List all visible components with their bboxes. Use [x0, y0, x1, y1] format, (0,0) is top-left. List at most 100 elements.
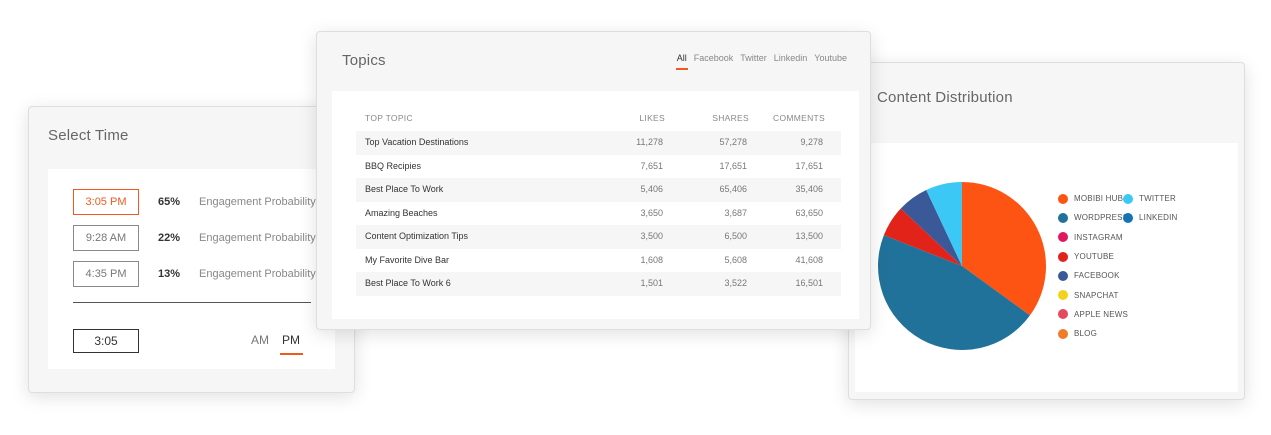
select-time-card: Select Time 3:05 PM 65% Engagement Proba…: [28, 106, 355, 393]
time-slot-row: 4:35 PM 13% Engagement Probability: [73, 261, 316, 287]
topics-title: Topics: [342, 52, 386, 69]
likes-cell: 3,500: [640, 231, 663, 241]
legend-label: WORDPRESS: [1074, 213, 1129, 223]
shares-cell: 6,500: [724, 231, 747, 241]
legend-label: BLOG: [1074, 329, 1098, 339]
comments-cell: 41,608: [795, 254, 823, 265]
engagement-percent: 22%: [158, 232, 181, 244]
content-distribution-card: Content Distribution MOBIBI HUB WORDPRESS…: [848, 62, 1245, 400]
select-time-title: Select Time: [48, 127, 129, 144]
legend-label: FACEBOOK: [1074, 271, 1120, 281]
legend-item: YOUTUBE: [1058, 247, 1128, 266]
time-slot-row: 3:05 PM 65% Engagement Probability: [73, 189, 316, 215]
shares-cell: 3,522: [724, 278, 747, 288]
legend-column-right: TWITTER LINKEDIN: [1123, 189, 1178, 228]
legend-item: SNAPCHAT: [1058, 285, 1128, 304]
column-header-shares: SHARES: [712, 113, 749, 123]
legend-swatch: [1058, 251, 1068, 262]
legend-label: YOUTUBE: [1074, 252, 1115, 262]
legend-item: TWITTER: [1123, 189, 1178, 208]
table-row: BBQ Recipies 7,651 17,651 17,651: [356, 155, 841, 179]
legend-swatch: [1058, 212, 1068, 223]
likes-cell: 5,406: [640, 184, 663, 194]
likes-cell: 11,278: [636, 137, 663, 147]
legend-column-left: MOBIBI HUB WORDPRESS INSTAGRAM YOUTUBE FACEB…: [1058, 189, 1128, 343]
legend-label: APPLE NEWS: [1074, 309, 1129, 319]
tab-facebook[interactable]: Facebook: [694, 53, 734, 63]
legend-swatch: [1058, 232, 1068, 243]
topic-cell: Content Optimization Tips: [365, 231, 469, 241]
comments-cell: 16,501: [795, 278, 823, 288]
topic-cell: Best Place To Work 6: [365, 278, 451, 288]
legend-label: SNAPCHAT: [1074, 290, 1119, 300]
tab-linkedin[interactable]: Linkedin: [774, 53, 808, 63]
topic-cell: Top Vacation Destinations: [365, 137, 469, 147]
topics-card: Topics All Facebook Twitter Linkedin You…: [316, 31, 871, 330]
table-row: Best Place To Work 5,406 65,406 35,406: [356, 178, 841, 202]
legend-item: WORDPRESS: [1058, 208, 1128, 227]
legend-swatch: [1058, 193, 1068, 204]
tab-all[interactable]: All: [675, 53, 688, 70]
column-header-comments: COMMENTS: [773, 113, 825, 123]
comments-cell: 63,650: [795, 207, 823, 218]
tab-youtube[interactable]: Youtube: [814, 53, 847, 63]
tab-twitter[interactable]: Twitter: [740, 53, 767, 63]
legend-label: LINKEDIN: [1139, 213, 1178, 223]
am-toggle[interactable]: AM: [251, 333, 269, 347]
topic-cell: My Favorite Dive Bar: [365, 254, 450, 265]
table-row: Content Optimization Tips 3,500 6,500 13,50…: [356, 225, 841, 249]
time-slot-button[interactable]: 4:35 PM: [73, 261, 139, 287]
topic-cell: BBQ Recipies: [365, 160, 422, 171]
legend-item: MOBIBI HUB: [1058, 189, 1128, 208]
time-slot-row: 9:28 AM 22% Engagement Probability: [73, 225, 316, 251]
legend-item: FACEBOOK: [1058, 266, 1128, 285]
legend-swatch: [1058, 270, 1068, 281]
legend-swatch: [1123, 212, 1133, 223]
shares-cell: 3,687: [724, 207, 747, 218]
topic-cell: Amazing Beaches: [365, 207, 438, 218]
legend-swatch: [1058, 328, 1068, 339]
comments-cell: 17,651: [795, 160, 823, 171]
table-row: Amazing Beaches 3,650 3,687 63,650: [356, 202, 841, 226]
distribution-pie-chart: [878, 182, 1046, 350]
select-time-panel: 3:05 PM 65% Engagement Probability 9:28 …: [48, 169, 335, 369]
column-header-topic: TOP TOPIC: [365, 113, 413, 123]
time-input[interactable]: 3:05: [73, 329, 139, 353]
time-slot-button-selected[interactable]: 3:05 PM: [73, 189, 139, 215]
table-row: My Favorite Dive Bar 1,608 5,608 41,608: [356, 249, 841, 273]
engagement-label: Engagement Probability: [199, 232, 316, 244]
engagement-percent: 13%: [158, 268, 181, 280]
content-distribution-title: Content Distribution: [877, 89, 1013, 106]
shares-cell: 65,406: [719, 184, 747, 194]
topics-table: TOP TOPIC LIKES SHARES COMMENTS Top Vaca…: [332, 91, 859, 319]
legend-item: APPLE NEWS: [1058, 305, 1128, 324]
divider: [73, 302, 311, 303]
shares-cell: 57,278: [719, 137, 747, 147]
engagement-percent: 65%: [158, 196, 181, 208]
legend-item: LINKEDIN: [1123, 208, 1178, 227]
column-header-likes: LIKES: [639, 113, 665, 123]
legend-label: TWITTER: [1139, 194, 1176, 204]
legend-swatch: [1123, 193, 1133, 204]
time-slot-button[interactable]: 9:28 AM: [73, 225, 139, 251]
topic-cell: Best Place To Work: [365, 184, 444, 194]
legend-swatch: [1058, 309, 1068, 320]
likes-cell: 1,608: [640, 254, 663, 265]
comments-cell: 9,278: [800, 137, 823, 147]
pm-toggle[interactable]: PM: [282, 333, 300, 347]
comments-cell: 35,406: [795, 184, 823, 194]
engagement-label: Engagement Probability: [199, 268, 316, 280]
legend-swatch: [1058, 290, 1068, 301]
likes-cell: 1,501: [640, 278, 663, 288]
likes-cell: 7,651: [640, 160, 663, 171]
engagement-label: Engagement Probability: [199, 196, 316, 208]
content-distribution-panel: MOBIBI HUB WORDPRESS INSTAGRAM YOUTUBE FACEB…: [855, 143, 1238, 392]
likes-cell: 3,650: [640, 207, 663, 218]
legend-label: INSTAGRAM: [1074, 232, 1123, 242]
table-row: Top Vacation Destinations 11,278 57,278 9,2…: [356, 131, 841, 155]
comments-cell: 13,500: [795, 231, 823, 241]
table-row: Best Place To Work 6 1,501 3,522 16,501: [356, 272, 841, 296]
shares-cell: 5,608: [724, 254, 747, 265]
legend-item: INSTAGRAM: [1058, 228, 1128, 247]
topics-tabs: All Facebook Twitter Linkedin Youtube: [670, 53, 847, 70]
